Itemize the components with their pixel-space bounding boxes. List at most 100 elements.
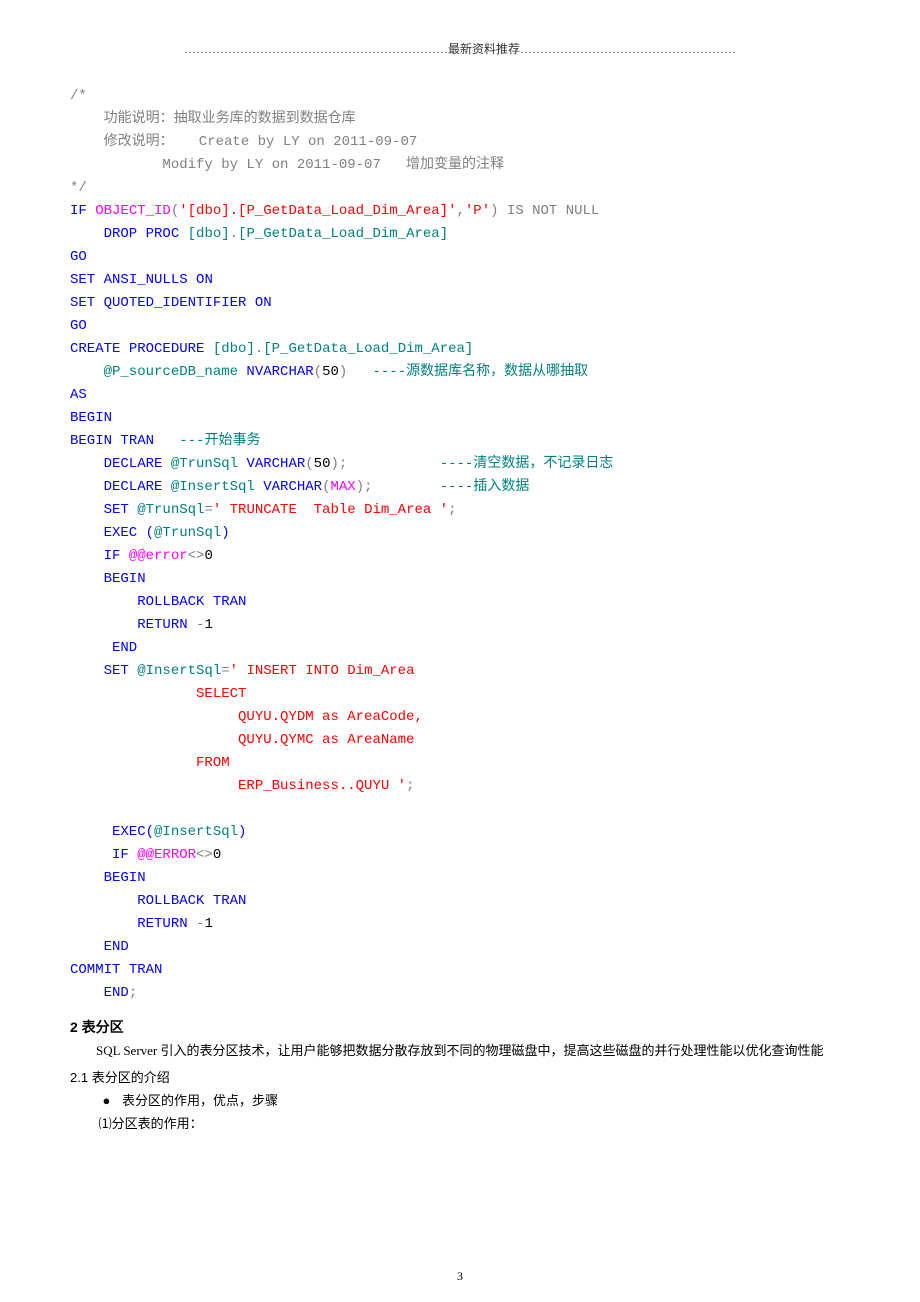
code-token: @TrunSql: [162, 456, 238, 472]
code-token: EXEC: [70, 525, 137, 541]
code-block: /* 功能说明：抽取业务库的数据到数据仓库 修改说明： Create by LY…: [70, 85, 850, 1005]
code-line: /*: [70, 88, 87, 104]
code-token: IF: [70, 548, 120, 564]
code-token: CREATE: [70, 341, 120, 357]
code-token: @TrunSql: [154, 525, 221, 541]
subsection-number: 2.1: [70, 1070, 88, 1085]
code-token: SET: [70, 502, 129, 518]
code-token: RETURN: [70, 916, 188, 932]
bullet-icon: ●: [103, 1093, 123, 1108]
code-token: .: [255, 341, 263, 357]
bullet-item: ●表分区的作用，优点，步骤: [103, 1090, 851, 1109]
code-token: GO: [70, 318, 87, 334]
code-token: ROLLBACK: [70, 893, 204, 909]
code-token: END: [70, 939, 129, 955]
code-token: (: [137, 525, 154, 541]
code-token: VARCHAR: [255, 479, 322, 495]
code-token: BEGIN: [70, 571, 146, 587]
code-token: ' TRUNCATE Table Dim_Area ': [213, 502, 448, 518]
code-token: 0: [213, 847, 221, 863]
code-line: */: [70, 180, 87, 196]
code-token: ---开始事务: [154, 433, 260, 449]
code-token: GO: [70, 249, 87, 265]
code-token: [dbo]: [204, 341, 254, 357]
code-token: 1: [204, 916, 212, 932]
code-token: EXEC: [70, 824, 146, 840]
code-token: OBJECT_ID: [87, 203, 171, 219]
code-token: PROCEDURE: [120, 341, 204, 357]
code-token: ;: [448, 502, 456, 518]
code-token: (: [305, 456, 313, 472]
code-token: [70, 801, 78, 817]
code-token: SET: [70, 272, 95, 288]
code-token: ' INSERT INTO Dim_Area: [230, 663, 415, 679]
section-number: 2: [70, 1019, 78, 1035]
code-token: @@ERROR: [129, 847, 196, 863]
code-token: BEGIN: [70, 433, 112, 449]
code-token: QUOTED_IDENTIFIER: [95, 295, 246, 311]
code-token: 'P': [465, 203, 490, 219]
code-token: FROM: [70, 755, 230, 771]
code-token: SELECT: [70, 686, 246, 702]
code-token: DECLARE: [70, 479, 162, 495]
code-token: [P_GetData_Load_Dim_Area]: [263, 341, 473, 357]
code-token: IF: [70, 203, 87, 219]
code-token: IF: [70, 847, 129, 863]
code-token: SET: [70, 295, 95, 311]
code-token: 50: [322, 364, 339, 380]
code-token: ,: [456, 203, 464, 219]
code-token: @P_sourceDB_name: [70, 364, 238, 380]
code-token: TRAN: [112, 433, 154, 449]
code-token: TRAN: [204, 893, 246, 909]
code-token: ----清空数据，不记录日志: [347, 456, 613, 472]
code-token: ANSI_NULLS: [95, 272, 187, 288]
code-token: END: [70, 640, 137, 656]
code-token: 50: [314, 456, 331, 472]
page-number: 3: [0, 1269, 920, 1284]
code-token: @TrunSql: [129, 502, 205, 518]
code-token: ON: [188, 272, 213, 288]
code-token: [dbo]: [179, 226, 229, 242]
code-token: ;: [129, 985, 137, 1001]
code-token: );: [330, 456, 347, 472]
code-token: ROLLBACK: [70, 594, 204, 610]
header-line: …………………………………………………………最新资料推荐…………………………………: [70, 40, 850, 57]
code-token: IS NOT NULL: [499, 203, 600, 219]
code-token: [P_GetData_Load_Dim_Area]: [238, 226, 448, 242]
code-token: );: [356, 479, 373, 495]
subsection-title: 表分区的介绍: [88, 1070, 170, 1085]
code-token: VARCHAR: [238, 456, 305, 472]
page: …………………………………………………………最新资料推荐…………………………………: [0, 0, 920, 1302]
code-token: <>: [196, 847, 213, 863]
code-token: PROC: [137, 226, 179, 242]
code-token: QUYU.QYDM as AreaCode,: [70, 709, 423, 725]
code-token: ON: [246, 295, 271, 311]
code-token: TRAN: [120, 962, 162, 978]
code-token: <>: [188, 548, 205, 564]
code-token: 0: [204, 548, 212, 564]
code-line: 修改说明： Create by LY on 2011-09-07: [70, 134, 417, 150]
code-token: ERP_Business..QUYU ': [70, 778, 406, 794]
code-token: @InsertSql: [129, 663, 221, 679]
code-token: '[dbo].[P_GetData_Load_Dim_Area]': [179, 203, 456, 219]
code-token: ;: [406, 778, 414, 794]
code-token: ----源数据库名称，数据从哪抽取: [347, 364, 588, 380]
code-token: (: [314, 364, 322, 380]
code-token: DECLARE: [70, 456, 162, 472]
code-token: MAX: [330, 479, 355, 495]
code-token: @InsertSql: [154, 824, 238, 840]
code-token: ): [238, 824, 246, 840]
section-2-heading: 2 表分区: [70, 1017, 850, 1037]
code-token: AS: [70, 387, 87, 403]
code-token: SET: [70, 663, 129, 679]
code-token: BEGIN: [70, 870, 146, 886]
bullet-text: 表分区的作用，优点，步骤: [122, 1093, 278, 1108]
code-line: Modify by LY on 2011-09-07 增加变量的注释: [70, 157, 504, 173]
code-token: =: [221, 663, 229, 679]
code-token: ): [221, 525, 229, 541]
code-token: RETURN: [70, 617, 188, 633]
code-line: 功能说明：抽取业务库的数据到数据仓库: [70, 111, 356, 127]
code-token: ----插入数据: [373, 479, 530, 495]
code-token: DROP: [70, 226, 137, 242]
code-token: COMMIT: [70, 962, 120, 978]
